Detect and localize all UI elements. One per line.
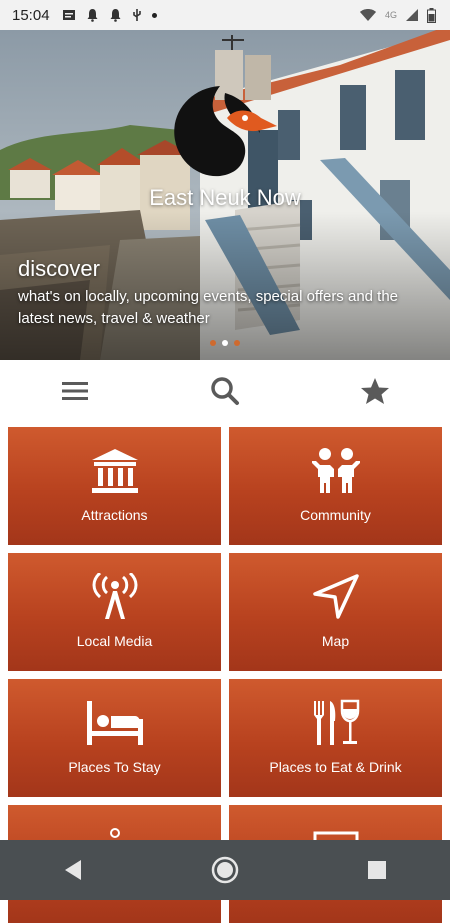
tile-label: Local Media [76, 633, 153, 649]
cutlery-glass-icon [313, 699, 359, 745]
hero-banner[interactable]: East Neuk Now discover what's on locally… [0, 30, 450, 360]
bed-icon [86, 701, 143, 745]
action-toolbar [0, 360, 450, 422]
brand-title: East Neuk Now [149, 185, 301, 210]
tile-label: Places to Eat & Drink [269, 759, 402, 775]
hero-description: what's on locally, upcoming events, spec… [18, 288, 399, 327]
tile-label: Map [321, 633, 350, 649]
carousel-dot[interactable] [234, 340, 240, 346]
notification-icons [62, 8, 157, 22]
bell-icon [87, 9, 98, 22]
dot-icon [151, 12, 157, 18]
network-label: 4G [384, 10, 397, 20]
status-time: 15:04 [12, 6, 50, 24]
carousel-indicator[interactable] [0, 340, 450, 346]
usb-icon [132, 9, 141, 21]
tile-places-to-eat-drink[interactable]: Places to Eat & Drink [229, 679, 442, 797]
museum-icon [91, 449, 138, 493]
carousel-dot-active[interactable] [222, 340, 228, 346]
carousel-dot[interactable] [210, 340, 216, 346]
back-icon[interactable] [63, 859, 83, 881]
radio-tower-icon [92, 573, 137, 619]
recents-icon[interactable] [367, 860, 387, 880]
star-icon [361, 378, 389, 404]
tile-community[interactable]: Community [229, 427, 442, 545]
bell-icon [110, 9, 121, 22]
battery-icon [427, 7, 436, 23]
search-button[interactable] [205, 371, 245, 411]
tile-label: Places To Stay [68, 759, 161, 775]
status-bar: 15:04 4G [0, 0, 450, 30]
signal-icon [406, 9, 418, 21]
people-icon [311, 448, 360, 493]
tile-map[interactable]: Map [229, 553, 442, 671]
tile-local-media[interactable]: Local Media [8, 553, 221, 671]
system-nav-bar [0, 840, 450, 900]
tile-label: Attractions [81, 507, 148, 523]
message-icon [62, 9, 75, 20]
search-icon [211, 377, 239, 405]
system-icons: 4G [359, 7, 436, 23]
favourites-button[interactable] [355, 371, 395, 411]
wifi-icon [359, 9, 376, 21]
home-icon[interactable] [210, 855, 240, 885]
tile-attractions[interactable]: Attractions [8, 427, 221, 545]
menu-button[interactable] [55, 371, 95, 411]
tile-places-to-stay[interactable]: Places To Stay [8, 679, 221, 797]
navigation-arrow-icon [312, 574, 359, 619]
menu-icon [62, 382, 88, 400]
brand-logo [174, 86, 277, 177]
tile-label: Community [300, 507, 371, 523]
hero-heading: discover [18, 256, 100, 281]
